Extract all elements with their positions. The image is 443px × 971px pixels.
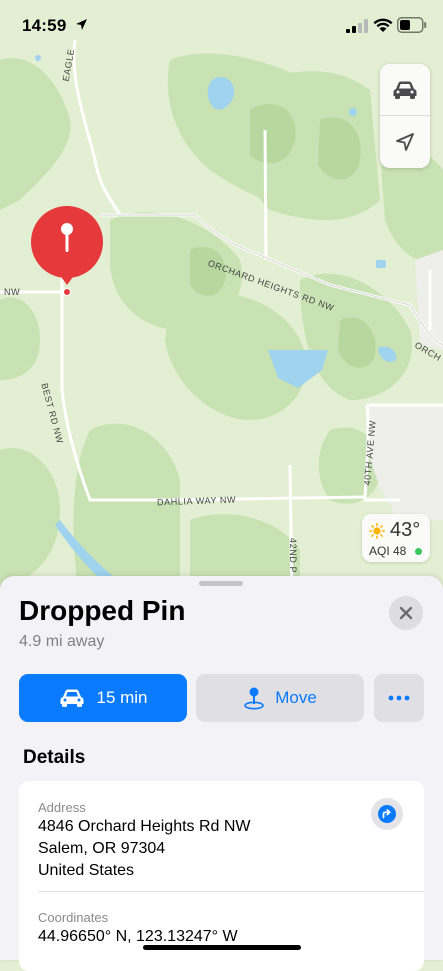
car-icon: [393, 81, 417, 99]
wifi-icon: [373, 18, 393, 32]
address-label: Address: [38, 800, 86, 815]
cellular-signal-icon: [346, 19, 368, 33]
weather-widget[interactable]: 43° AQI 48: [362, 514, 430, 562]
home-indicator[interactable]: [143, 945, 301, 950]
directions-time-label: 15 min: [96, 688, 148, 707]
coordinates-value[interactable]: 44.96650° N, 123.13247° W: [38, 928, 238, 946]
more-button[interactable]: [374, 674, 424, 722]
place-card-sheet: Dropped Pin 4.9 mi away 15 min Move Deta…: [0, 576, 443, 971]
pin-move-icon: [244, 687, 265, 710]
status-bar: 14:59: [0, 0, 443, 50]
address-line-2[interactable]: Salem, OR 97304: [38, 840, 165, 858]
road-label-42nd: 42ND P: [288, 538, 298, 574]
aqi-status-dot: [415, 548, 422, 555]
map-controls: [380, 64, 430, 168]
details-heading: Details: [23, 747, 86, 768]
sheet-grabber[interactable]: [199, 581, 243, 586]
map-view[interactable]: [0, 0, 443, 600]
directions-button[interactable]: 15 min: [19, 674, 187, 722]
address-line-3[interactable]: United States: [38, 862, 134, 880]
coordinates-label: Coordinates: [38, 910, 109, 925]
current-location-button[interactable]: [380, 116, 430, 167]
details-card: Address 4846 Orchard Heights Rd NW Salem…: [19, 781, 424, 971]
ellipsis-icon: [388, 695, 410, 701]
air-quality-index: AQI 48: [369, 544, 407, 558]
map-mode-button[interactable]: [380, 64, 430, 116]
card-divider: [38, 891, 424, 892]
road-label-nw: NW: [4, 287, 21, 297]
place-title: Dropped Pin: [19, 595, 186, 626]
battery-icon: [397, 17, 427, 33]
location-arrow-icon: [396, 132, 414, 151]
address-line-1[interactable]: 4846 Orchard Heights Rd NW: [38, 818, 251, 836]
move-label: Move: [275, 688, 317, 707]
sun-icon: [369, 523, 385, 539]
location-services-icon: [76, 19, 87, 30]
car-icon: [60, 689, 84, 707]
close-button[interactable]: [389, 596, 423, 630]
place-distance: 4.9 mi away: [19, 633, 105, 650]
dropped-pin-marker[interactable]: [31, 206, 103, 298]
directions-arrow-icon: [378, 805, 396, 823]
weather-temperature: 43°: [390, 519, 421, 541]
move-pin-button[interactable]: Move: [196, 674, 364, 722]
status-time: 14:59: [22, 16, 67, 35]
address-directions-button[interactable]: [371, 798, 403, 830]
close-icon: [399, 606, 413, 620]
